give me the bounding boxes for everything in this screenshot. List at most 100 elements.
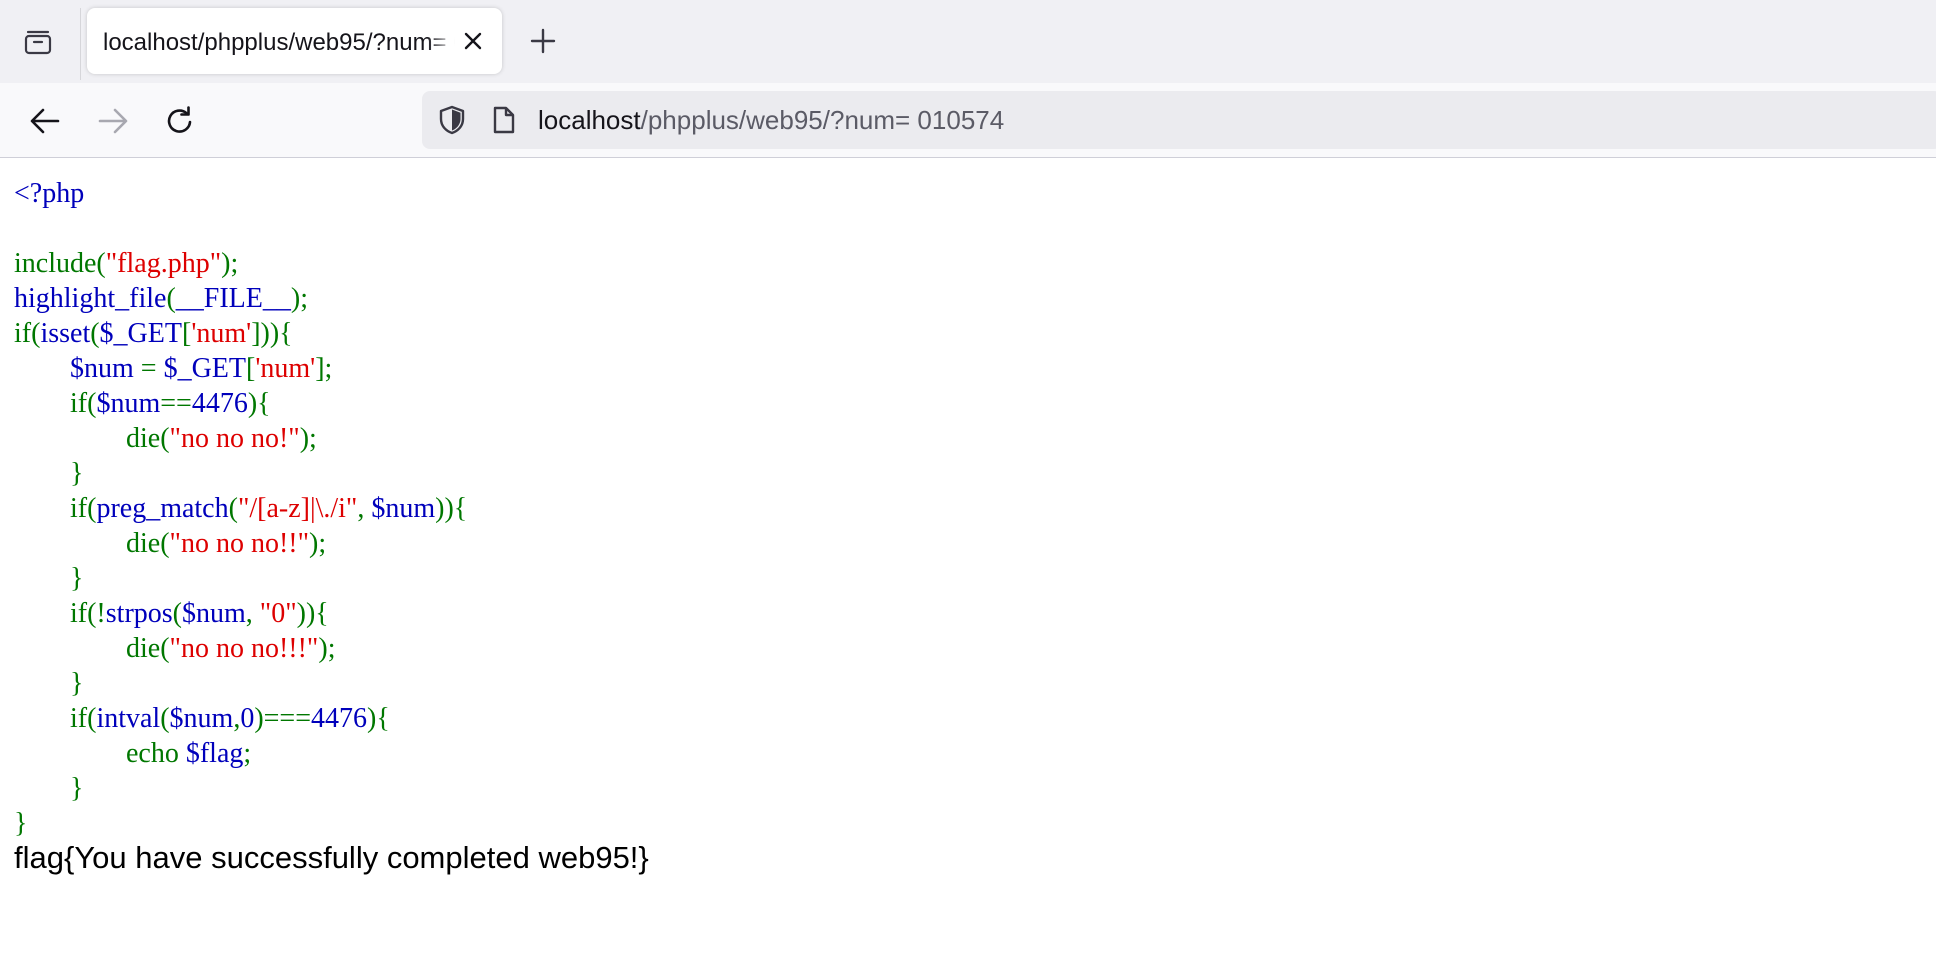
code-token: ){ bbox=[367, 703, 390, 734]
code-token: "/[a-z]|\./i" bbox=[237, 493, 358, 524]
url-text[interactable]: localhost/phpplus/web95/?num= 010574 bbox=[538, 104, 1004, 136]
code-token: ; bbox=[243, 738, 252, 769]
navigation-toolbar: localhost/phpplus/web95/?num= 010574 bbox=[0, 83, 1936, 158]
code-token: ); bbox=[318, 633, 336, 664]
address-bar[interactable]: localhost/phpplus/web95/?num= 010574 bbox=[422, 91, 1936, 149]
code-token: )){ bbox=[296, 598, 329, 629]
code-token: $num bbox=[182, 598, 246, 629]
back-button[interactable] bbox=[21, 97, 69, 145]
code-token: strpos bbox=[105, 598, 173, 629]
code-token: isset bbox=[40, 318, 91, 349]
code-token: 0 bbox=[240, 703, 255, 734]
code-token: "flag.php" bbox=[105, 248, 222, 279]
page-icon bbox=[493, 106, 515, 134]
code-token: ); bbox=[221, 248, 239, 279]
code-token: ( bbox=[228, 493, 238, 524]
tab-list-button[interactable] bbox=[12, 18, 64, 66]
code-token: 'num' bbox=[255, 353, 316, 384]
url-host: localhost bbox=[538, 105, 641, 135]
code-token: if( bbox=[70, 388, 97, 419]
code-token: , bbox=[245, 598, 260, 629]
code-token: 'num' bbox=[191, 318, 252, 349]
back-arrow-icon bbox=[30, 108, 60, 134]
code-token: "0" bbox=[259, 598, 297, 629]
forward-arrow-icon bbox=[98, 108, 128, 134]
php-source-code: <?php include("flag.php"); highlight_file(… bbox=[14, 176, 467, 841]
code-token: if(! bbox=[70, 598, 106, 629]
code-token: = bbox=[140, 353, 164, 384]
code-token: die( bbox=[126, 633, 170, 664]
code-line: echo $flag; bbox=[14, 736, 467, 771]
code-token: "no no no!!!" bbox=[169, 633, 319, 664]
code-line: die("no no no!!"); bbox=[14, 526, 467, 561]
code-token: )){ bbox=[435, 493, 468, 524]
tracking-protection-button[interactable] bbox=[436, 104, 468, 136]
code-token: } bbox=[70, 563, 84, 594]
tab-title: localhost/phpplus/web95/?num= 010574 bbox=[103, 29, 455, 56]
code-token: ]; bbox=[315, 353, 333, 384]
code-token: [ bbox=[181, 318, 192, 349]
code-line: if(!strpos($num, "0")){ bbox=[14, 596, 467, 631]
forward-button[interactable] bbox=[89, 97, 137, 145]
code-token: $_GET bbox=[99, 318, 182, 349]
code-token: ); bbox=[309, 528, 327, 559]
code-token: die( bbox=[126, 528, 170, 559]
code-token: __FILE__ bbox=[175, 283, 291, 314]
page-content: <?php include("flag.php"); highlight_file(… bbox=[0, 158, 1936, 967]
code-line: } bbox=[14, 666, 467, 701]
code-token: ( bbox=[90, 318, 100, 349]
active-tab[interactable]: localhost/phpplus/web95/?num= 010574 bbox=[87, 8, 502, 74]
code-token: ( bbox=[166, 283, 176, 314]
tab-list-icon bbox=[24, 30, 52, 55]
code-token: if( bbox=[70, 493, 97, 524]
code-token: $flag bbox=[185, 738, 244, 769]
shield-icon bbox=[439, 105, 465, 135]
code-token: } bbox=[14, 808, 28, 839]
code-token: echo bbox=[126, 738, 186, 769]
code-token: ); bbox=[299, 423, 317, 454]
code-line: if(isset($_GET['num'])){ bbox=[14, 316, 467, 351]
code-line: include("flag.php"); bbox=[14, 246, 467, 281]
code-token: } bbox=[70, 773, 84, 804]
tab-close-button[interactable] bbox=[456, 24, 490, 58]
code-token: highlight_file bbox=[14, 283, 167, 314]
tab-strip: localhost/phpplus/web95/?num= 010574 bbox=[0, 0, 1936, 83]
code-token: if( bbox=[70, 703, 97, 734]
code-token: } bbox=[70, 458, 84, 489]
code-line: } bbox=[14, 806, 467, 841]
code-line: if($num==4476){ bbox=[14, 386, 467, 421]
code-token: intval bbox=[96, 703, 161, 734]
code-line: die("no no no!!!"); bbox=[14, 631, 467, 666]
code-token: if( bbox=[14, 318, 41, 349]
new-tab-button[interactable] bbox=[520, 18, 566, 64]
code-line: <?php bbox=[14, 176, 467, 211]
code-line: if(intval($num,0)===4476){ bbox=[14, 701, 467, 736]
code-line: } bbox=[14, 456, 467, 491]
code-token: 4476 bbox=[191, 388, 248, 419]
code-token: == bbox=[160, 388, 192, 419]
code-token: <?php bbox=[14, 178, 85, 209]
code-token: preg_match bbox=[96, 493, 229, 524]
code-token: ){ bbox=[247, 388, 271, 419]
code-token: 4476 bbox=[311, 703, 368, 734]
reload-button[interactable] bbox=[156, 97, 204, 145]
close-icon bbox=[464, 32, 482, 50]
code-token: $num bbox=[169, 703, 234, 734]
code-line: $num = $_GET['num']; bbox=[14, 351, 467, 386]
code-line: } bbox=[14, 771, 467, 806]
site-info-button[interactable] bbox=[488, 104, 520, 136]
code-token: $num bbox=[371, 493, 436, 524]
url-path: /phpplus/web95/?num= 010574 bbox=[640, 105, 1005, 135]
code-line: die("no no no!"); bbox=[14, 421, 467, 456]
code-line: } bbox=[14, 561, 467, 596]
code-token: $num bbox=[96, 388, 161, 419]
